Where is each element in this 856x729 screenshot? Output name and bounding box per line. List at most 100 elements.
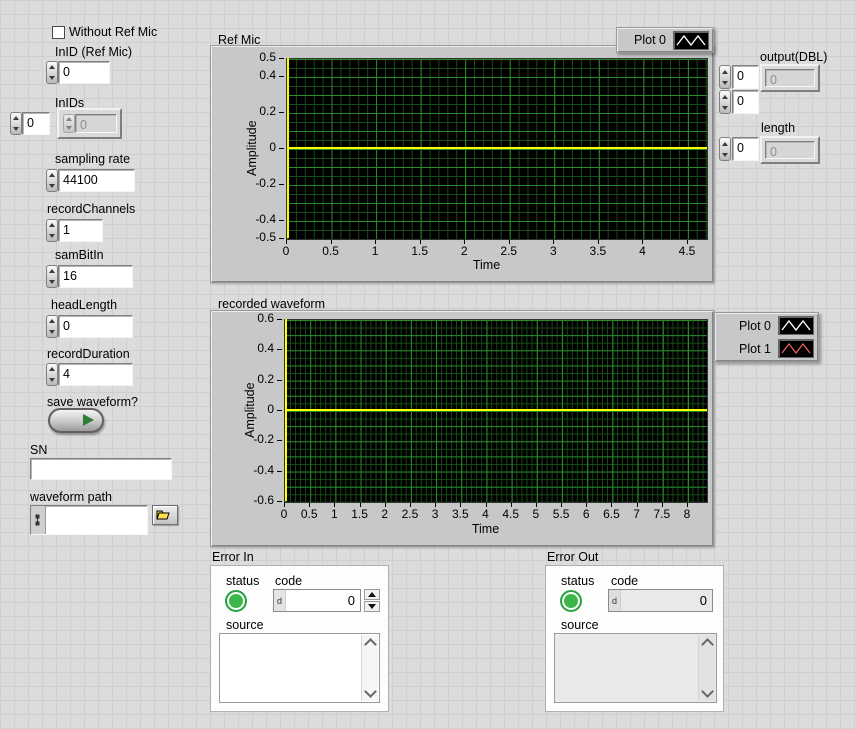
play-arrow-icon: [83, 414, 94, 426]
browse-button[interactable]: [152, 505, 178, 525]
legend-recorded[interactable]: Plot 0Plot 1: [714, 312, 819, 362]
sampling-rate-spinner[interactable]: [46, 169, 58, 192]
x-tick-label: 2: [449, 244, 479, 258]
x-tick-label: 1: [360, 244, 390, 258]
waveform-path-field[interactable]: [30, 505, 148, 535]
x-tick-mark: [511, 503, 512, 507]
x-tick-mark: [410, 503, 411, 507]
head-length-spinner[interactable]: [46, 315, 58, 338]
error-in-code-label: code: [275, 574, 302, 588]
record-duration-field[interactable]: 4: [58, 363, 133, 386]
output-dbl-col-index[interactable]: 0: [732, 90, 759, 114]
x-tick-mark: [286, 240, 287, 244]
output-dbl-row-spinner[interactable]: [719, 65, 731, 89]
legend-row[interactable]: Plot 0: [719, 315, 814, 336]
sam-bit-in-spinner[interactable]: [46, 265, 58, 288]
inids-index-field[interactable]: 0: [22, 112, 50, 135]
x-tick-mark: [687, 503, 688, 507]
head-length-label: headLength: [51, 298, 117, 312]
y-tick-mark: [279, 184, 284, 185]
plot-area-recorded[interactable]: [284, 319, 708, 503]
inid-field[interactable]: 0: [58, 61, 110, 84]
x-tick-mark: [420, 240, 421, 244]
sn-field[interactable]: [30, 458, 172, 480]
legend-row[interactable]: Plot 1: [719, 338, 814, 359]
head-length-field[interactable]: 0: [58, 315, 133, 338]
spin-up-icon[interactable]: [364, 589, 380, 600]
output-dbl-element: 0: [765, 69, 815, 87]
record-duration-label: recordDuration: [47, 347, 130, 361]
plot-line-icon[interactable]: [778, 339, 814, 358]
scrollbar[interactable]: [698, 635, 715, 701]
y-tick-mark: [279, 148, 284, 149]
error-in-source-label: source: [226, 618, 264, 632]
x-tick-label: 0.5: [316, 244, 346, 258]
error-in-status-label: status: [226, 574, 259, 588]
x-tick-mark: [464, 240, 465, 244]
y-tick-label: 0: [240, 140, 276, 154]
sam-bit-in-field[interactable]: 16: [58, 265, 133, 288]
radix-indicator: d: [609, 590, 621, 611]
scrollbar[interactable]: [361, 635, 378, 701]
sam-bit-in-label: samBitIn: [55, 248, 104, 262]
length-index-spinner[interactable]: [719, 137, 731, 161]
x-tick-mark: [334, 503, 335, 507]
y-tick-mark: [277, 410, 282, 411]
output-dbl-row-index[interactable]: 0: [732, 65, 759, 89]
record-channels-field[interactable]: 1: [58, 219, 103, 242]
x-tick-mark: [509, 240, 510, 244]
legend-row[interactable]: Plot 0: [621, 30, 709, 51]
y-tick-label: -0.2: [240, 176, 276, 190]
x-axis-title: Time: [284, 522, 687, 536]
waveform-path-label: waveform path: [30, 490, 112, 504]
y-tick-mark: [277, 471, 282, 472]
error-in-code-field[interactable]: d 0: [273, 589, 361, 612]
origin-axis-line: [287, 58, 289, 238]
x-tick-mark: [460, 503, 461, 507]
scroll-down-icon[interactable]: [364, 685, 377, 698]
y-tick-label: 0.2: [238, 372, 274, 386]
plot-line-icon[interactable]: [778, 316, 814, 335]
inid-spinner[interactable]: [46, 61, 58, 84]
x-tick-mark: [662, 503, 663, 507]
scroll-up-icon[interactable]: [701, 638, 714, 651]
radix-indicator[interactable]: d: [274, 590, 286, 611]
y-tick-mark: [279, 112, 284, 113]
x-tick-label: 4.5: [672, 244, 702, 258]
y-tick-label: -0.4: [238, 463, 274, 477]
scroll-up-icon[interactable]: [364, 638, 377, 651]
plot-line-icon[interactable]: [673, 31, 709, 50]
record-duration-spinner[interactable]: [46, 363, 58, 386]
scroll-down-icon[interactable]: [701, 685, 714, 698]
without-ref-mic-label: Without Ref Mic: [69, 25, 157, 39]
x-tick-mark: [642, 240, 643, 244]
plot-area-ref-mic[interactable]: [286, 58, 708, 240]
inids-index-spinner[interactable]: [10, 112, 22, 135]
error-in-source-field[interactable]: [219, 633, 380, 703]
length-index-field[interactable]: 0: [732, 137, 759, 161]
x-tick-mark: [284, 503, 285, 507]
error-in-code-spinner[interactable]: [364, 589, 380, 612]
error-in-cluster: status code d 0 source: [210, 565, 389, 712]
y-tick-label: 0.5: [240, 50, 276, 64]
x-tick-mark: [637, 503, 638, 507]
y-tick-label: 0.2: [240, 104, 276, 118]
y-tick-label: -0.4: [240, 212, 276, 226]
x-tick-mark: [486, 503, 487, 507]
record-channels-spinner[interactable]: [46, 219, 58, 242]
save-waveform-toggle[interactable]: [48, 408, 104, 433]
y-tick-label: 0.4: [238, 341, 274, 355]
error-in-status-led[interactable]: [225, 590, 247, 612]
x-tick-label: 3: [538, 244, 568, 258]
legend-ref-mic[interactable]: Plot 0: [616, 27, 714, 53]
x-tick-mark: [553, 240, 554, 244]
x-tick-label: 4: [627, 244, 657, 258]
sampling-rate-field[interactable]: 44100: [58, 169, 135, 192]
y-tick-label: 0.4: [240, 68, 276, 82]
path-type-icon: [31, 506, 46, 534]
x-tick-label: 1.5: [405, 244, 435, 258]
spin-down-icon[interactable]: [364, 601, 380, 612]
waveform-trace: [285, 409, 707, 411]
without-ref-mic-checkbox[interactable]: [52, 26, 65, 39]
output-dbl-col-spinner[interactable]: [719, 90, 731, 114]
